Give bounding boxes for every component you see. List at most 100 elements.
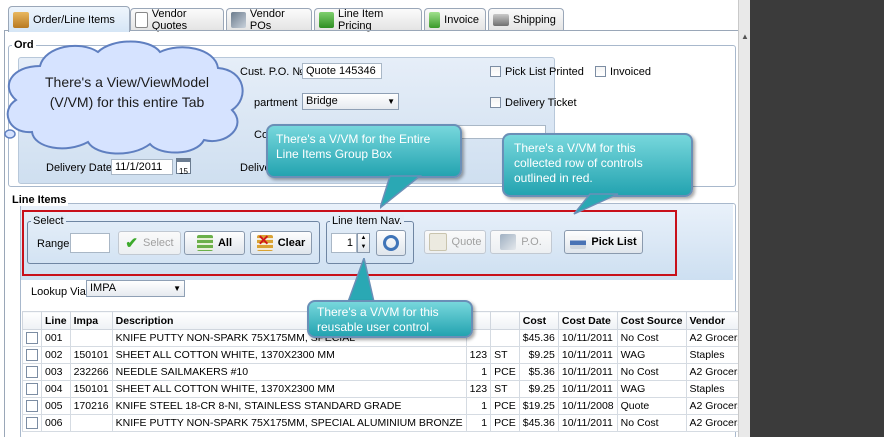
background-area <box>750 0 884 437</box>
row-checkbox-cell[interactable] <box>22 380 42 398</box>
table-cell: $45.36 <box>518 329 559 347</box>
column-header[interactable]: Cost <box>518 311 559 330</box>
table-cell: PCE <box>490 363 520 381</box>
money-icon <box>319 11 335 28</box>
table-row[interactable]: 006 KNIFE PUTTY NON-SPARK 75X175MM, SPECI… <box>22 414 750 432</box>
table-row[interactable]: 002 150101 SHEET ALL COTTON WHITE, 1370X23… <box>22 346 750 364</box>
department-select[interactable]: Bridge ▼ <box>302 93 399 110</box>
table-cell: 10/11/2011 <box>557 363 618 381</box>
table-cell <box>69 329 113 347</box>
row-checkbox[interactable] <box>26 366 38 379</box>
row-checkbox-cell[interactable] <box>22 346 42 364</box>
tab-vendor-quotes[interactable]: Vendor Quotes <box>130 8 224 32</box>
truck-icon <box>493 13 509 26</box>
calendar-icon[interactable]: 15 <box>176 158 191 176</box>
table-cell: 1 <box>465 363 492 381</box>
row-checkbox[interactable] <box>26 349 38 362</box>
row-checkbox[interactable] <box>26 400 38 413</box>
tab-line-item-pricing[interactable]: Line Item Pricing <box>314 8 422 32</box>
table-cell: PCE <box>490 414 520 432</box>
application-window: Order/Line Items Vendor Quotes Vendor PO… <box>0 0 751 437</box>
table-cell: $19.25 <box>518 397 559 415</box>
table-cell: No Cost <box>616 329 687 347</box>
group-box-callout-pointer <box>380 175 423 209</box>
pick-list-printed-checkbox[interactable] <box>490 66 501 77</box>
delivery-date-field[interactable]: 11/1/2011 <box>111 159 173 175</box>
table-cell: ST <box>490 380 520 398</box>
table-cell: No Cost <box>616 414 687 432</box>
user-control-callout-pointer <box>346 258 375 303</box>
tab-order-line-items[interactable]: Order/Line Items <box>8 6 130 32</box>
lookup-via-select[interactable]: IMPA ▼ <box>86 280 185 297</box>
table-cell: WAG <box>616 346 687 364</box>
table-cell: 1 <box>465 414 492 432</box>
table-cell: 005 <box>41 397 71 415</box>
delivery-date-label: Delivery Date <box>46 162 113 174</box>
line-items-group-title: Line Items <box>10 194 69 206</box>
table-row[interactable]: 003 232266 NEEDLE SAILMAKERS #10 1 PCE $5.36 1… <box>22 363 750 381</box>
delivery-ticket-label: Delivery Ticket <box>505 97 577 109</box>
table-cell: 10/11/2011 <box>557 346 618 364</box>
table-cell: 006 <box>41 414 71 432</box>
table-row[interactable]: 004 150101 SHEET ALL COTTON WHITE, 1370X23… <box>22 380 750 398</box>
row-checkbox[interactable] <box>26 417 38 430</box>
table-row[interactable]: 005 170216 KNIFE STEEL 18-CR 8-NI, STAINLE… <box>22 397 750 415</box>
table-cell: 001 <box>41 329 71 347</box>
row-checkbox[interactable] <box>26 332 38 345</box>
tab-vendor-pos[interactable]: Vendor POs <box>226 8 312 32</box>
table-cell: $5.36 <box>518 363 559 381</box>
column-header[interactable] <box>22 311 42 330</box>
table-cell: 123 <box>465 346 492 364</box>
table-cell: 232266 <box>69 363 113 381</box>
chevron-down-icon: ▼ <box>387 97 395 106</box>
tab-invoice[interactable]: Invoice <box>424 8 486 30</box>
column-header[interactable] <box>490 311 520 330</box>
table-cell: $9.25 <box>518 346 559 364</box>
row-checkbox-cell[interactable] <box>22 363 42 381</box>
department-label: partment <box>254 97 298 109</box>
table-cell: WAG <box>616 380 687 398</box>
row-checkbox-cell[interactable] <box>22 414 42 432</box>
document-icon <box>135 11 148 28</box>
tab-shipping[interactable]: Shipping <box>488 8 564 30</box>
order-icon <box>13 11 29 28</box>
table-cell: KNIFE STEEL 18-CR 8-NI, STAINLESS STANDA… <box>111 397 467 415</box>
delivery-ticket-checkbox[interactable] <box>490 97 501 108</box>
row-controls-callout: There's a V/VM for this collected row of… <box>502 133 693 197</box>
table-cell: 10/11/2011 <box>557 380 618 398</box>
cust-po-field[interactable]: Quote 145346 <box>302 63 382 79</box>
column-header[interactable]: Cost Source <box>616 311 687 330</box>
column-header[interactable]: Impa <box>69 311 113 330</box>
table-cell: 10/11/2008 <box>557 397 618 415</box>
tab-cloud-text: There's a View/ViewModel (V/VM) for this… <box>44 74 209 110</box>
table-cell: SHEET ALL COTTON WHITE, 1370X2300 MM <box>111 346 467 364</box>
row-checkbox-cell[interactable] <box>22 397 42 415</box>
table-cell: 150101 <box>69 380 113 398</box>
user-control-callout: There's a V/VM for this reusable user co… <box>307 300 473 338</box>
table-cell: 170216 <box>69 397 113 415</box>
invoiced-checkbox[interactable] <box>595 66 606 77</box>
chevron-down-icon: ▼ <box>173 284 181 293</box>
tab-strip: Order/Line Items Vendor Quotes Vendor PO… <box>4 6 738 32</box>
table-cell: NEEDLE SAILMAKERS #10 <box>111 363 467 381</box>
row-checkbox-cell[interactable] <box>22 329 42 347</box>
tools-icon <box>231 11 246 28</box>
table-cell: $45.36 <box>518 414 559 432</box>
invoiced-label: Invoiced <box>610 66 651 78</box>
group-box-callout: There's a V/VM for the Entire Line Items… <box>266 124 462 178</box>
table-cell: 002 <box>41 346 71 364</box>
row-checkbox[interactable] <box>26 383 38 396</box>
table-cell: PCE <box>490 397 520 415</box>
pick-list-printed-label: Pick List Printed <box>505 66 584 78</box>
table-cell: 123 <box>465 380 492 398</box>
lookup-via-label: Lookup Via: <box>31 286 89 298</box>
table-cell: SHEET ALL COTTON WHITE, 1370X2300 MM <box>111 380 467 398</box>
table-cell <box>490 329 520 347</box>
table-cell: 003 <box>41 363 71 381</box>
column-header[interactable]: Cost Date <box>557 311 618 330</box>
table-cell: 1 <box>465 397 492 415</box>
column-header[interactable]: Line <box>41 311 71 330</box>
table-cell: $9.25 <box>518 380 559 398</box>
table-cell: Quote <box>616 397 687 415</box>
row-controls-callout-pointer <box>573 193 619 215</box>
